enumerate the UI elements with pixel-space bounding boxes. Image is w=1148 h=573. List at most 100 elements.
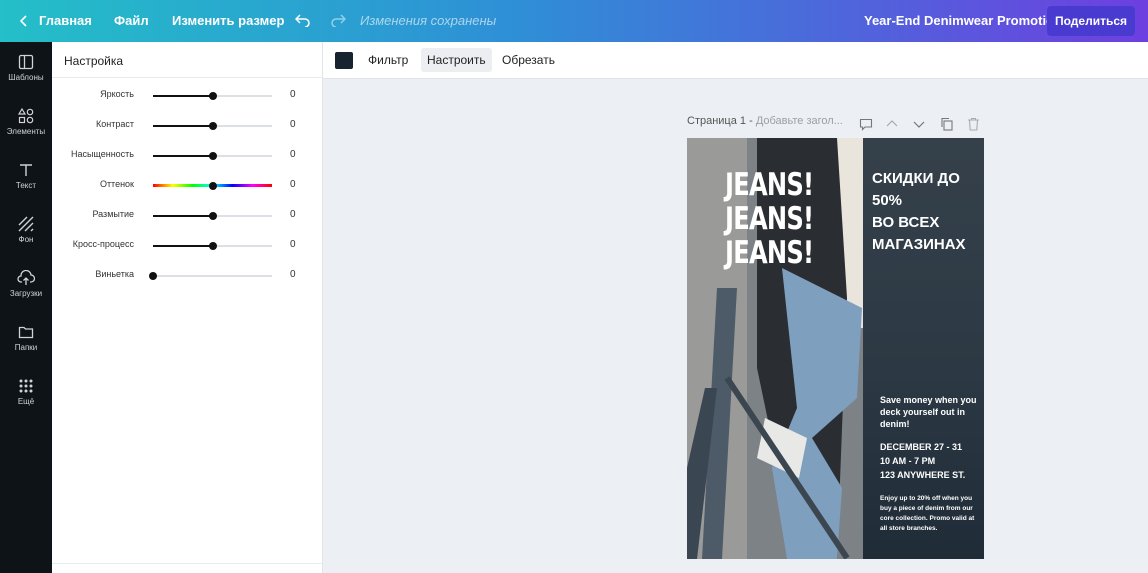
slider-knob[interactable] xyxy=(208,212,217,220)
adjustment-value[interactable]: 0 xyxy=(290,209,296,220)
filter-button[interactable]: Фильтр xyxy=(362,48,414,72)
adjustment-slider[interactable] xyxy=(149,272,272,280)
adjustment-row: Размытие 0 xyxy=(52,206,322,226)
design-title[interactable]: Year-End Denimwear Promotion xyxy=(864,0,1062,42)
adjustment-slider[interactable] xyxy=(153,212,272,220)
home-link[interactable]: Главная xyxy=(39,0,92,42)
rail-label: Фон xyxy=(18,235,34,244)
templates-icon xyxy=(18,54,34,70)
adjustment-row: Виньетка 0 xyxy=(52,266,322,286)
event-address: 123 ANYWHERE ST. xyxy=(880,470,966,480)
color-swatch[interactable] xyxy=(335,52,353,69)
adjustment-label: Контраст xyxy=(96,119,134,129)
rail-elements[interactable]: Элементы xyxy=(0,108,52,158)
slider-knob[interactable] xyxy=(208,181,217,190)
trash-icon[interactable] xyxy=(967,117,980,131)
share-button[interactable]: Поделиться xyxy=(1047,6,1135,36)
headline-line: 50% xyxy=(872,192,903,209)
slider-fill xyxy=(153,95,213,97)
fine-print[interactable]: Enjoy up to 20% off when you buy a piece… xyxy=(880,494,980,534)
file-menu[interactable]: Файл xyxy=(114,0,149,42)
back-chevron-icon[interactable] xyxy=(20,15,28,27)
slider-knob[interactable] xyxy=(208,92,217,100)
event-details[interactable]: DECEMBER 27 - 31 10 AM - 7 PM 123 ANYWHE… xyxy=(880,440,980,482)
elements-icon xyxy=(18,108,34,124)
adjustment-value[interactable]: 0 xyxy=(290,179,296,190)
slider-knob[interactable] xyxy=(208,152,217,160)
rail-label: Шаблоны xyxy=(8,73,44,82)
jeans-line: JEANS! xyxy=(725,167,814,203)
more-icon xyxy=(19,379,33,393)
adjustment-row: Контраст 0 xyxy=(52,116,322,136)
adjustment-label: Виньетка xyxy=(95,269,134,279)
rail-text[interactable]: Текст xyxy=(0,162,52,212)
event-date: DECEMBER 27 - 31 xyxy=(880,442,963,452)
adjustment-value[interactable]: 0 xyxy=(290,149,296,160)
rail-templates[interactable]: Шаблоны xyxy=(0,54,52,104)
rail-uploads[interactable]: Загрузки xyxy=(0,270,52,320)
adjustment-slider[interactable] xyxy=(153,181,272,190)
uploads-icon xyxy=(17,270,35,285)
divider xyxy=(52,77,322,78)
slider-fill xyxy=(153,155,213,157)
slider-fill xyxy=(153,245,213,247)
save-status: Изменения сохранены xyxy=(360,13,497,28)
folder-icon xyxy=(18,326,34,339)
adjustment-value[interactable]: 0 xyxy=(290,89,296,100)
event-time: 10 AM - 7 PM xyxy=(880,456,936,466)
text-icon xyxy=(20,164,32,176)
rail-label: Папки xyxy=(14,343,38,352)
headline-line: МАГАЗИНАХ xyxy=(872,236,966,253)
resize-menu[interactable]: Изменить размер xyxy=(172,0,284,42)
rail-label: Ещё xyxy=(17,397,35,406)
adjustment-label: Оттенок xyxy=(99,179,134,189)
adjustment-label: Кросс-процесс xyxy=(72,239,134,249)
adjustment-row: Яркость 0 xyxy=(52,86,322,106)
rail-label: Элементы xyxy=(6,127,46,136)
adjustment-value[interactable]: 0 xyxy=(290,239,296,250)
save-money-text[interactable]: Save money when you deck yourself out in… xyxy=(880,394,980,430)
comment-icon[interactable] xyxy=(859,118,873,131)
jeans-line: JEANS! xyxy=(725,201,814,237)
slider-fill xyxy=(153,215,213,217)
headline-line: СКИДКИ ДО xyxy=(872,170,960,187)
redo-icon[interactable] xyxy=(330,13,346,27)
rail-label: Текст xyxy=(15,181,37,190)
background-icon xyxy=(18,216,34,232)
rail-background[interactable]: Фон xyxy=(0,216,52,266)
adjust-panel: Настройка Яркость 0 Контраст 0 Насыщенность 0… xyxy=(52,42,323,573)
adjustment-slider[interactable] xyxy=(153,152,272,160)
editor-toolbar: Фильтр Настроить Обрезать xyxy=(323,42,1148,79)
side-rail: Шаблоны Элементы Текст Фон Загрузки Папк… xyxy=(0,42,52,573)
chevron-down-icon[interactable] xyxy=(913,119,925,129)
adjustment-row: Насыщенность 0 xyxy=(52,146,322,166)
adjust-button[interactable]: Настроить xyxy=(421,48,492,72)
design-page[interactable]: JEANS! JEANS! JEANS! СКИДКИ ДО 50% ВО ВС… xyxy=(687,138,984,559)
slider-fill xyxy=(153,125,213,127)
slider-knob[interactable] xyxy=(208,122,217,130)
slider-knob[interactable] xyxy=(208,242,217,250)
undo-icon[interactable] xyxy=(295,13,311,27)
adjustment-label: Яркость xyxy=(100,89,134,99)
adjustment-value[interactable]: 0 xyxy=(290,119,296,130)
jeans-line: JEANS! xyxy=(725,235,814,271)
discount-headline[interactable]: СКИДКИ ДО 50% ВО ВСЕХ МАГАЗИНАХ xyxy=(872,168,982,256)
adjustment-label: Насыщенность xyxy=(70,149,134,159)
chevron-up-icon[interactable] xyxy=(886,119,898,129)
headline-line: ВО ВСЕХ xyxy=(872,214,940,231)
rail-folders[interactable]: Папки xyxy=(0,324,52,374)
adjustment-label: Размытие xyxy=(92,209,134,219)
duplicate-icon[interactable] xyxy=(940,117,953,131)
rail-more[interactable]: Ещё xyxy=(0,378,52,428)
adjustment-slider[interactable] xyxy=(153,122,272,130)
slider-knob[interactable] xyxy=(149,272,157,280)
adjustment-slider[interactable] xyxy=(153,242,272,250)
rail-label: Загрузки xyxy=(9,289,43,298)
adjustment-slider[interactable] xyxy=(153,92,272,100)
crop-button[interactable]: Обрезать xyxy=(496,48,561,72)
adjustment-value[interactable]: 0 xyxy=(290,269,296,280)
adjustment-row: Кросс-процесс 0 xyxy=(52,236,322,256)
jeans-heading[interactable]: JEANS! JEANS! JEANS! xyxy=(725,167,814,271)
page-header: Страница 1 - Добавьте загол... xyxy=(687,115,843,127)
page-title-input[interactable]: Добавьте загол... xyxy=(756,115,843,127)
